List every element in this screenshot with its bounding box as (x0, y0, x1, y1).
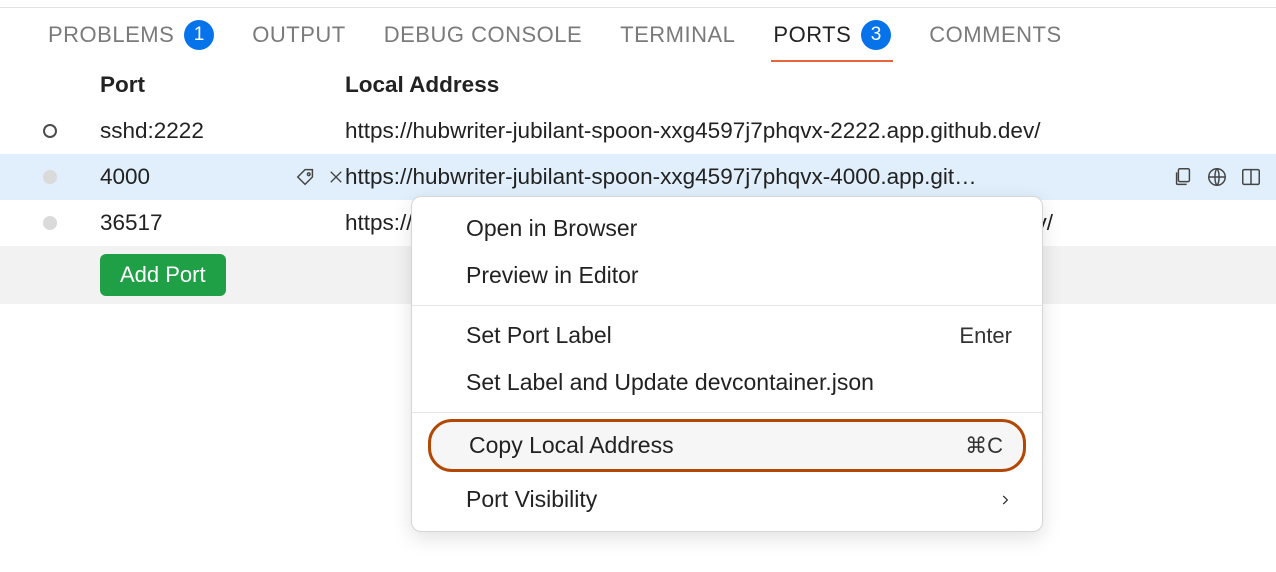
local-address: https://hubwriter-jubilant-spoon-xxg4597… (345, 118, 1262, 144)
close-icon[interactable] (327, 168, 345, 186)
tab-comments[interactable]: COMMENTS (929, 22, 1061, 48)
port-status-icon (0, 124, 100, 138)
port-status-icon (0, 216, 100, 230)
menu-label: Open in Browser (466, 215, 637, 242)
menu-highlighted-item: Copy Local Address ⌘C (428, 419, 1026, 472)
tab-ports[interactable]: PORTS 3 (773, 20, 891, 50)
port-label: 36517 (100, 210, 345, 236)
copy-icon[interactable] (1172, 166, 1194, 188)
port-label: 4000 (100, 164, 285, 190)
tab-terminal[interactable]: TERMINAL (620, 22, 735, 48)
tab-debug-console[interactable]: DEBUG CONSOLE (384, 22, 582, 48)
table-row[interactable]: 4000 https://hubwriter-jubilant-spoon-xx… (0, 154, 1276, 200)
ports-badge: 3 (861, 20, 891, 50)
tab-label: COMMENTS (929, 22, 1061, 48)
menu-set-label-update-devcontainer[interactable]: Set Label and Update devcontainer.json (412, 359, 1042, 406)
panel-divider (0, 0, 1276, 8)
table-row[interactable]: sshd:2222 https://hubwriter-jubilant-spo… (0, 108, 1276, 154)
tag-icon[interactable] (295, 166, 317, 188)
menu-open-in-browser[interactable]: Open in Browser (412, 205, 1042, 252)
panel-tabbar: PROBLEMS 1 OUTPUT DEBUG CONSOLE TERMINAL… (0, 8, 1276, 60)
menu-label: Preview in Editor (466, 262, 639, 289)
menu-copy-local-address[interactable]: Copy Local Address ⌘C (431, 422, 1023, 469)
tab-output[interactable]: OUTPUT (252, 22, 345, 48)
split-editor-icon[interactable] (1240, 166, 1262, 188)
menu-preview-in-editor[interactable]: Preview in Editor (412, 252, 1042, 299)
tab-label: PORTS (773, 22, 851, 48)
tab-label: TERMINAL (620, 22, 735, 48)
menu-label: Port Visibility (466, 486, 597, 513)
menu-shortcut: ⌘C (965, 433, 1003, 459)
menu-port-visibility[interactable]: Port Visibility (412, 476, 1042, 523)
globe-icon[interactable] (1206, 166, 1228, 188)
context-menu: Open in Browser Preview in Editor Set Po… (411, 196, 1043, 532)
menu-shortcut: Enter (959, 323, 1012, 349)
menu-label: Copy Local Address (469, 432, 674, 459)
tab-label: PROBLEMS (48, 22, 174, 48)
tab-problems[interactable]: PROBLEMS 1 (48, 20, 214, 50)
menu-label: Set Port Label (466, 322, 612, 349)
port-label: sshd:2222 (100, 118, 345, 144)
problems-badge: 1 (184, 20, 214, 50)
menu-label: Set Label and Update devcontainer.json (466, 369, 874, 396)
menu-set-port-label[interactable]: Set Port Label Enter (412, 312, 1042, 359)
port-status-icon (0, 170, 100, 184)
header-port: Port (100, 72, 345, 98)
local-address: https://hubwriter-jubilant-spoon-xxg4597… (345, 164, 1160, 190)
table-header: Port Local Address (0, 66, 1276, 108)
add-port-button[interactable]: Add Port (100, 254, 226, 296)
chevron-right-icon (998, 493, 1012, 507)
tab-label: OUTPUT (252, 22, 345, 48)
tab-label: DEBUG CONSOLE (384, 22, 582, 48)
menu-separator (412, 412, 1042, 413)
menu-separator (412, 305, 1042, 306)
header-local-address: Local Address (345, 72, 1276, 98)
